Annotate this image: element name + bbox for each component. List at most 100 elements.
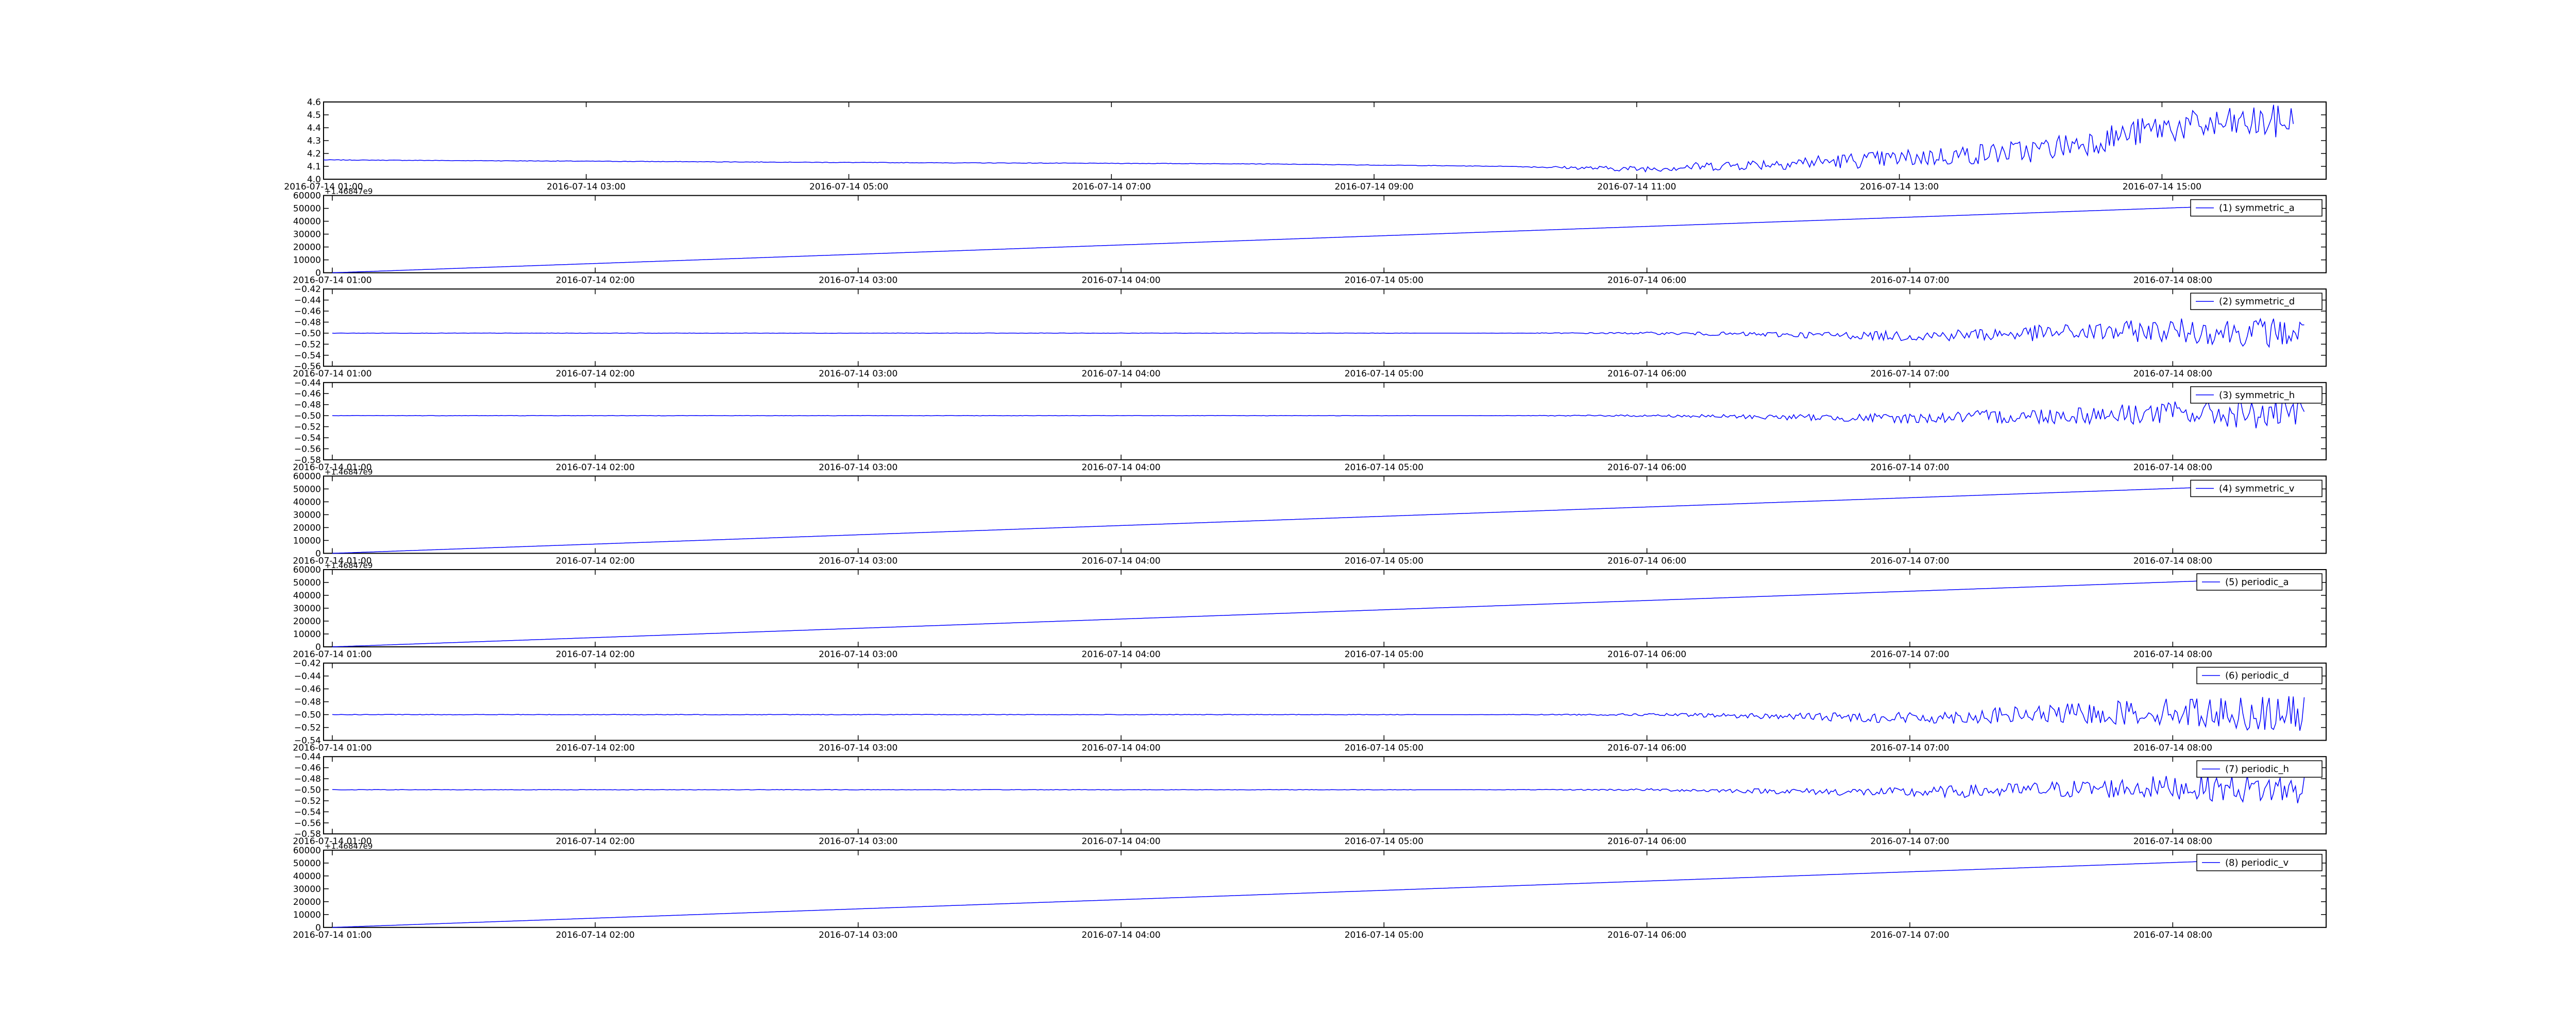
x-tick-label: 2016-07-14 08:00	[2133, 649, 2212, 660]
y-tick-label: −0.50	[294, 710, 321, 720]
y-tick-label: −0.52	[294, 796, 321, 806]
x-tick-label: 2016-07-14 02:00	[556, 556, 635, 566]
x-tick-label: 2016-07-14 03:00	[819, 743, 897, 753]
x-tick-label: 2016-07-14 01:00	[293, 930, 371, 940]
y-tick-label: 60000	[293, 846, 321, 856]
x-tick-label: 2016-07-14 07:00	[1870, 743, 1949, 753]
legend-label: (5) periodic_a	[2225, 577, 2289, 588]
y-tick-label: 60000	[293, 191, 321, 201]
x-tick-label: 2016-07-14 04:00	[1081, 836, 1160, 847]
y-tick-label: 40000	[293, 497, 321, 507]
x-tick-label: 2016-07-14 02:00	[556, 930, 635, 940]
x-tick-label: 2016-07-14 05:00	[1345, 743, 1423, 753]
y-tick-label: −0.48	[294, 774, 321, 784]
x-tick-label: 2016-07-14 05:00	[1345, 276, 1423, 286]
x-tick-label: 2016-07-14 05:00	[1345, 556, 1423, 566]
y-tick-label: −0.54	[294, 807, 321, 817]
y-tick-label: −0.54	[294, 433, 321, 443]
series-line-1	[323, 105, 2294, 173]
x-tick-label: 2016-07-14 06:00	[1607, 743, 1686, 753]
y-tick-label: −0.52	[294, 422, 321, 433]
axis-offset-text: +1.46847e9	[325, 842, 372, 851]
y-tick-label: 4.2	[307, 149, 321, 159]
axes-frame-6	[323, 569, 2327, 647]
y-tick-label: −0.56	[294, 818, 321, 829]
x-tick-label: 2016-07-14 02:00	[556, 649, 635, 660]
y-tick-label: −0.50	[294, 411, 321, 421]
y-tick-label: 20000	[293, 523, 321, 533]
x-tick-label: 2016-07-14 03:00	[547, 182, 625, 192]
x-tick-label: 2016-07-14 06:00	[1607, 276, 1686, 286]
y-tick-label: 4.6	[307, 97, 321, 108]
x-tick-label: 2016-07-14 04:00	[1081, 743, 1160, 753]
axes-frame-1	[323, 101, 2327, 180]
series-line-9	[332, 857, 2304, 928]
y-tick-label: −0.48	[294, 697, 321, 708]
x-tick-label: 2016-07-14 09:00	[1334, 182, 1413, 192]
y-tick-label: 20000	[293, 243, 321, 253]
x-tick-label: 2016-07-14 06:00	[1607, 930, 1686, 940]
figure: 4.04.14.24.34.44.54.62016-07-14 01:00 201…	[284, 97, 2327, 940]
y-tick-label: −0.54	[294, 351, 321, 361]
y-tick-label: −0.50	[294, 329, 321, 339]
x-tick-label: 2016-07-14 06:00	[1607, 556, 1686, 566]
y-tick-label: 30000	[293, 230, 321, 240]
x-tick-label: 2016-07-14 08:00	[2133, 369, 2212, 379]
axes-frame-8	[323, 756, 2327, 835]
y-tick-label: −0.56	[294, 444, 321, 454]
x-tick-label: 2016-07-14 06:00	[1607, 369, 1686, 379]
y-tick-label: 10000	[293, 910, 321, 920]
y-tick-label: −0.42	[294, 659, 321, 669]
y-tick-label: 30000	[293, 604, 321, 614]
axes-frame-5	[323, 475, 2327, 554]
y-tick-label: 4.3	[307, 136, 321, 146]
x-tick-label: 2016-07-14 05:00	[1345, 836, 1423, 847]
x-tick-label: 2016-07-14 03:00	[819, 930, 897, 940]
series-line-5	[332, 483, 2304, 554]
x-tick-label: 2016-07-14 05:00	[1345, 369, 1423, 379]
y-tick-label: 50000	[293, 204, 321, 214]
x-tick-label: 2016-07-14 07:00	[1870, 556, 1949, 566]
x-tick-label: 2016-07-14 13:00	[1860, 182, 1939, 192]
y-tick-label: −0.46	[294, 763, 321, 774]
x-tick-label: 2016-07-14 07:00	[1870, 836, 1949, 847]
axis-offset-text: +1.46847e9	[325, 467, 372, 476]
y-tick-label: 50000	[293, 484, 321, 494]
axes-frame-2	[323, 195, 2327, 273]
x-tick-label: 2016-07-14 03:00	[819, 369, 897, 379]
x-tick-label: 2016-07-14 06:00	[1607, 462, 1686, 473]
x-tick-label: 2016-07-14 02:00	[556, 462, 635, 473]
y-tick-label: 20000	[293, 616, 321, 627]
series-line-6	[332, 577, 2304, 647]
axes-frame-7	[323, 662, 2327, 741]
y-tick-label: 60000	[293, 565, 321, 575]
x-tick-label: 2016-07-14 06:00	[1607, 649, 1686, 660]
x-tick-label: 2016-07-14 03:00	[819, 462, 897, 473]
x-tick-label: 2016-07-14 08:00	[2133, 836, 2212, 847]
x-tick-label: 2016-07-14 04:00	[1081, 556, 1160, 566]
y-tick-label: 40000	[293, 591, 321, 601]
x-tick-label: 2016-07-14 05:00	[1345, 930, 1423, 940]
legend-label: (1) symmetric_a	[2219, 203, 2295, 214]
x-tick-label: 2016-07-14 04:00	[1081, 369, 1160, 379]
x-tick-label: 2016-07-14 03:00	[819, 276, 897, 286]
y-tick-label: 10000	[293, 629, 321, 640]
y-tick-label: −0.46	[294, 306, 321, 317]
y-tick-label: 40000	[293, 871, 321, 882]
axis-offset-text: +1.46847e9	[325, 187, 372, 196]
series-line-2	[332, 202, 2304, 273]
x-tick-label: 2016-07-14 02:00	[556, 276, 635, 286]
x-tick-label: 2016-07-14 07:00	[1870, 369, 1949, 379]
y-tick-label: 30000	[293, 884, 321, 895]
x-tick-label: 2016-07-14 05:00	[1345, 462, 1423, 473]
x-tick-label: 2016-07-14 06:00	[1607, 836, 1686, 847]
y-tick-label: −0.46	[294, 389, 321, 399]
x-tick-label: 2016-07-14 08:00	[2133, 743, 2212, 753]
x-tick-label: 2016-07-14 07:00	[1072, 182, 1151, 192]
series-line-4	[332, 400, 2305, 428]
x-tick-label: 2016-07-14 02:00	[556, 369, 635, 379]
y-tick-label: −0.44	[294, 378, 321, 388]
y-tick-label: 4.4	[307, 123, 321, 133]
y-tick-label: −0.46	[294, 684, 321, 695]
legend-label: (6) periodic_d	[2225, 671, 2289, 681]
